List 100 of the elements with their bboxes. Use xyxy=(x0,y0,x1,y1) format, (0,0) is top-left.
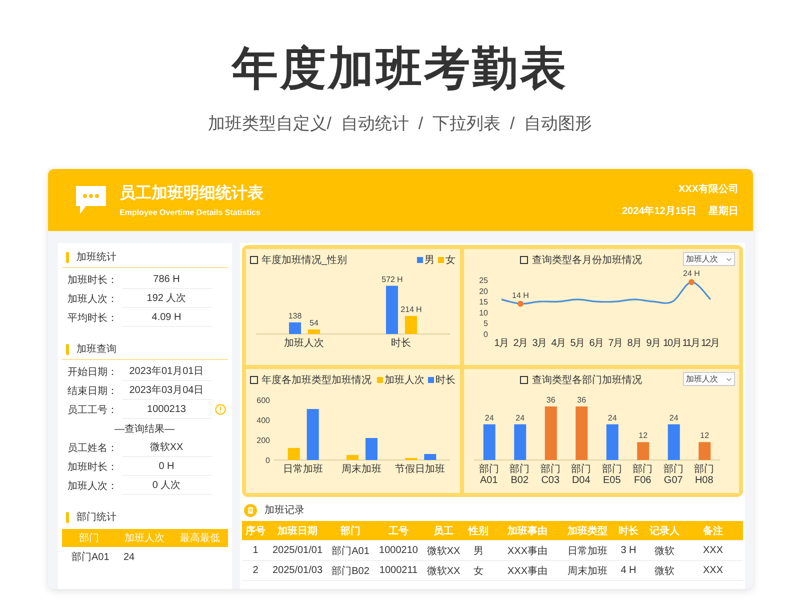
unit-label: H xyxy=(416,304,422,314)
axis-category-label: 部门F06 xyxy=(632,464,653,486)
bar xyxy=(288,322,300,334)
bar xyxy=(482,424,495,460)
square-icon xyxy=(520,376,528,384)
section-marker-icon xyxy=(66,344,68,354)
table-cell-text: 周末加班 xyxy=(566,564,608,578)
table-cell-text: 1 xyxy=(252,545,260,556)
table-cell-text: 微软 xyxy=(654,544,676,558)
bar xyxy=(365,438,377,460)
axis-category-label: 10月 xyxy=(662,338,682,349)
input-field[interactable]: 2023年01月01日 xyxy=(122,362,212,380)
column-header: 工号 xyxy=(388,524,410,538)
legend-label: 加班人次 xyxy=(384,374,424,387)
field-value: 786 H xyxy=(122,270,212,288)
weekday-text: 星期日 xyxy=(708,204,738,218)
axis-category-label: 4月 xyxy=(551,338,565,349)
table-cell-text: 部门B02 xyxy=(330,564,370,578)
axis-category-label: 3月 xyxy=(532,338,546,349)
column-header: 时长 xyxy=(618,524,640,538)
result-heading: —查询结果— xyxy=(114,422,174,436)
legend-swatch-icon xyxy=(428,377,434,383)
axis-category-label: 时长 xyxy=(391,338,411,349)
axis-category-label: 部门C03 xyxy=(540,464,560,486)
legend-swatch-icon xyxy=(376,377,382,383)
table-cell-text: 微软 xyxy=(654,564,676,578)
table-cell-text: 1000210 xyxy=(378,545,419,556)
field-value: 微软XX xyxy=(122,438,212,456)
company-name: XXX有限公司 xyxy=(678,182,738,196)
axis-category-label: 部门H08 xyxy=(694,464,714,486)
axis-category-label: 9月 xyxy=(646,338,660,349)
axis-category-label: 2月 xyxy=(513,338,527,349)
chart-title: 查询类型各部门加班情况 xyxy=(532,374,642,387)
column-header: 加班人次 xyxy=(123,532,166,545)
field-label: 员工工号： xyxy=(68,404,118,416)
table-cell-text: XXX事由 xyxy=(506,544,548,558)
table-cell-text: XXX xyxy=(702,565,724,576)
axis-tick-label: 10 xyxy=(478,308,488,318)
point-marker xyxy=(688,279,694,286)
square-icon xyxy=(520,256,528,264)
table-cell-text: 男 xyxy=(472,544,484,558)
chart-title: 查询类型各月份加班情况 xyxy=(532,254,642,267)
dropdown-field[interactable]: 加班人次 xyxy=(682,372,734,386)
axis-category-label: 1月 xyxy=(494,338,508,349)
bar xyxy=(346,455,358,460)
section-marker-icon xyxy=(66,252,68,262)
column-header: 最高最低 xyxy=(178,532,221,545)
document-icon xyxy=(244,504,256,516)
chart-title: 年度各加班类型加班情况 xyxy=(262,374,372,387)
data-label: 14 H xyxy=(512,290,528,300)
axis-tick-label: 20 xyxy=(478,286,488,296)
bar xyxy=(404,316,416,334)
column-header: 备注 xyxy=(702,524,724,538)
data-label: 12 xyxy=(638,431,648,440)
axis-category-label: 部门G07 xyxy=(663,464,684,486)
section-title: 部门统计 xyxy=(76,510,116,524)
caret-icon xyxy=(726,256,732,262)
dropdown-field[interactable]: 加班人次 xyxy=(682,252,734,266)
field-label: 员工姓名： xyxy=(68,442,118,454)
axis-category-label: 日常加班 xyxy=(282,464,323,475)
page-subtitle: 加班类型自定义/ 自动统计 / 下拉列表 / 自动图形 xyxy=(208,113,592,135)
chart-title: 年度加班情况_性别 xyxy=(262,254,348,267)
field-value: 192 人次 xyxy=(122,290,212,308)
field-label: 平均时长： xyxy=(68,312,118,324)
column-header: 加班事由 xyxy=(506,524,548,538)
field-label: 结束日期： xyxy=(68,384,118,398)
column-header: 加班日期 xyxy=(276,524,318,538)
column-header: 员工 xyxy=(432,524,454,538)
section-title: 加班记录 xyxy=(264,504,304,517)
field-label: 加班人次： xyxy=(68,292,118,306)
section-title: 加班统计 xyxy=(76,250,116,264)
axis-tick-label: 15 xyxy=(478,298,488,307)
bar xyxy=(424,454,436,460)
bar xyxy=(386,286,398,334)
field-label: 加班时长： xyxy=(68,274,118,286)
axis-tick-label: 0 xyxy=(265,456,270,464)
bar xyxy=(287,448,300,460)
axis-category-label: 11月 xyxy=(682,338,700,349)
input-field[interactable]: 1000213 xyxy=(122,400,212,418)
axis-tick-label: 5 xyxy=(483,319,488,328)
data-label: 24 xyxy=(607,413,616,422)
axis-category-label: 加班人次 xyxy=(284,338,324,349)
field-value: 0 人次 xyxy=(122,476,212,494)
bar xyxy=(308,329,320,334)
column-header: 性别 xyxy=(467,524,490,538)
axis-category-label: 部门E05 xyxy=(602,464,622,486)
date-text: 2024年12月15日 xyxy=(622,204,696,218)
axis-category-label: 节假日加班 xyxy=(395,464,446,475)
column-header: 记录人 xyxy=(648,524,680,538)
axis-category-label: 6月 xyxy=(589,338,603,349)
data-label: 54 xyxy=(309,318,318,328)
column-header: 加班类型 xyxy=(566,524,608,538)
axis-category-label: 12月 xyxy=(700,338,720,349)
data-label: 36 xyxy=(546,395,555,404)
column-header: 部门 xyxy=(78,532,100,545)
axis-category-label: 部门D04 xyxy=(571,464,592,486)
data-label: 214 xyxy=(400,304,414,314)
input-field[interactable]: 2023年03月04日 xyxy=(122,382,212,400)
section-marker-icon xyxy=(66,512,68,522)
legend-swatch-icon xyxy=(416,257,422,263)
